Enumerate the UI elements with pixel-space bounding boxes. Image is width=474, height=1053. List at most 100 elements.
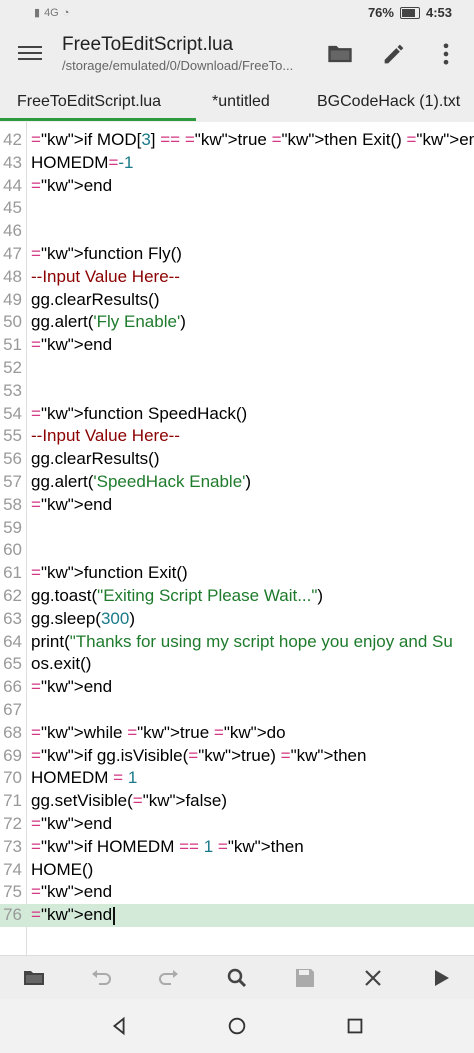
status-right: 76% 4:53 bbox=[368, 5, 452, 20]
recents-icon[interactable] bbox=[344, 1015, 366, 1037]
line-number: 52 bbox=[3, 358, 22, 377]
line-number: 49 bbox=[3, 289, 22, 309]
code-line[interactable]: 54 ="kw">function SpeedHack() bbox=[0, 403, 474, 426]
code-line[interactable]: 68 ="kw">while ="kw">true ="kw">do bbox=[0, 722, 474, 745]
line-number: 44 bbox=[3, 175, 22, 195]
code-line[interactable]: 53 bbox=[0, 380, 474, 403]
home-icon[interactable] bbox=[226, 1015, 248, 1037]
line-number: 47 bbox=[3, 244, 22, 263]
folder-icon[interactable] bbox=[326, 40, 354, 68]
tab-freetoeditscript[interactable]: FreeToEditScript.lua bbox=[17, 82, 161, 122]
code-editor[interactable]: 42 ="kw">if MOD[3] == ="kw">true ="kw">th… bbox=[0, 122, 474, 955]
tab-bar: FreeToEditScript.lua *untitled BGCodeHac… bbox=[0, 82, 474, 122]
code-line[interactable]: 70 HOMEDM = 1 bbox=[0, 767, 474, 790]
code-line[interactable]: 58 ="kw">end bbox=[0, 494, 474, 517]
line-number: 57 bbox=[3, 472, 22, 491]
line-number: 70 bbox=[3, 768, 22, 788]
line-number: 55 bbox=[3, 426, 22, 446]
edit-icon[interactable] bbox=[380, 40, 408, 68]
code-text: ="kw">end bbox=[31, 904, 115, 927]
line-number: 62 bbox=[3, 586, 22, 605]
line-number: 76 bbox=[3, 905, 22, 925]
code-text: print("Thanks for using my script hope y… bbox=[31, 631, 453, 651]
line-number: 65 bbox=[3, 654, 22, 674]
code-line[interactable]: 42 ="kw">if MOD[3] == ="kw">true ="kw">th… bbox=[0, 129, 474, 152]
code-line[interactable]: 71 gg.setVisible(="kw">false) bbox=[0, 790, 474, 813]
code-line[interactable]: 67 bbox=[0, 699, 474, 722]
tab-untitled[interactable]: *untitled bbox=[212, 82, 270, 122]
redo-icon[interactable] bbox=[157, 966, 181, 990]
line-number: 68 bbox=[3, 722, 22, 742]
tab-bgcodehack[interactable]: BGCodeHack (1).txt bbox=[317, 82, 460, 122]
save-icon[interactable] bbox=[293, 966, 317, 990]
line-number: 63 bbox=[3, 608, 22, 628]
close-icon[interactable] bbox=[361, 966, 385, 990]
code-line[interactable]: 63 gg.sleep(300) bbox=[0, 608, 474, 631]
line-number: 42 bbox=[3, 130, 22, 149]
run-icon[interactable] bbox=[429, 966, 453, 990]
code-text: ="kw">if MOD[3] == ="kw">true ="kw">then… bbox=[31, 130, 474, 149]
bottom-toolbar bbox=[0, 955, 474, 1000]
code-line[interactable]: 65 os.exit() bbox=[0, 653, 474, 676]
back-icon[interactable] bbox=[108, 1015, 130, 1037]
line-number: 43 bbox=[3, 152, 22, 172]
more-vert-icon[interactable] bbox=[432, 40, 460, 68]
code-text: ="kw">end bbox=[31, 677, 113, 697]
search-icon[interactable] bbox=[225, 966, 249, 990]
system-nav-bar bbox=[0, 999, 474, 1053]
line-number: 56 bbox=[3, 449, 22, 469]
folder-icon[interactable] bbox=[22, 966, 46, 990]
code-line[interactable]: 45 bbox=[0, 197, 474, 220]
code-line[interactable]: 52 bbox=[0, 357, 474, 380]
code-text: gg.alert('Fly Enable') bbox=[31, 312, 186, 332]
code-text: --Input Value Here-- bbox=[31, 266, 180, 286]
code-text: HOMEDM = 1 bbox=[31, 768, 138, 788]
battery-percent: 76% bbox=[367, 5, 394, 20]
line-number: 75 bbox=[3, 882, 22, 902]
code-text: HOMEDM=-1 bbox=[31, 152, 134, 172]
line-number: 46 bbox=[3, 221, 22, 241]
code-line[interactable]: 76 ="kw">end bbox=[0, 904, 474, 927]
code-text: HOME() bbox=[31, 859, 94, 879]
code-text: ="kw">end bbox=[31, 175, 113, 195]
code-line[interactable]: 47 ="kw">function Fly() bbox=[0, 243, 474, 266]
code-line[interactable]: 51 ="kw">end bbox=[0, 334, 474, 357]
file-title: FreeToEditScript.lua bbox=[62, 34, 234, 55]
code-line[interactable]: 43 HOMEDM=-1 bbox=[0, 152, 474, 175]
line-number: 61 bbox=[3, 563, 22, 583]
line-number: 67 bbox=[3, 700, 22, 719]
code-line[interactable]: 44 ="kw">end bbox=[0, 175, 474, 198]
battery-icon bbox=[399, 6, 420, 19]
code-text: gg.clearResults() bbox=[31, 289, 160, 309]
code-line[interactable]: 74 HOME() bbox=[0, 859, 474, 882]
code-line[interactable]: 57 gg.alert('SpeedHack Enable') bbox=[0, 471, 474, 494]
code-text: ="kw">end bbox=[31, 882, 113, 902]
code-line[interactable]: 62 gg.toast("Exiting Script Please Wait..… bbox=[0, 585, 474, 608]
code-line[interactable]: 59 bbox=[0, 517, 474, 540]
code-line[interactable]: 56 gg.clearResults() bbox=[0, 448, 474, 471]
code-text: gg.sleep(300) bbox=[31, 608, 135, 628]
line-number: 64 bbox=[3, 631, 22, 651]
code-line[interactable]: 72 ="kw">end bbox=[0, 813, 474, 836]
code-line[interactable]: 60 bbox=[0, 539, 474, 562]
clock: 4:53 bbox=[425, 5, 452, 20]
code-line[interactable]: 61 ="kw">function Exit() bbox=[0, 562, 474, 585]
code-line[interactable]: 73 ="kw">if HOMEDM == 1 ="kw">then bbox=[0, 836, 474, 859]
undo-icon[interactable] bbox=[89, 966, 113, 990]
code-text: ="kw">while ="kw">true ="kw">do bbox=[31, 722, 286, 742]
code-text: gg.setVisible(="kw">false) bbox=[31, 791, 228, 811]
code-line[interactable]: 49 gg.clearResults() bbox=[0, 289, 474, 312]
code-line[interactable]: 50 gg.alert('Fly Enable') bbox=[0, 311, 474, 334]
code-line[interactable]: 55 --Input Value Here-- bbox=[0, 425, 474, 448]
code-line[interactable]: 46 bbox=[0, 220, 474, 243]
code-text: gg.alert('SpeedHack Enable') bbox=[31, 472, 252, 491]
code-line[interactable]: 48 --Input Value Here-- bbox=[0, 266, 474, 289]
code-line[interactable]: 66 ="kw">end bbox=[0, 676, 474, 699]
menu-icon[interactable] bbox=[18, 42, 42, 66]
line-number: 71 bbox=[3, 791, 22, 811]
code-line[interactable]: 64 print("Thanks for using my script hope… bbox=[0, 631, 474, 654]
code-line[interactable]: 69 ="kw">if gg.isVisible(="kw">true) ="kw… bbox=[0, 745, 474, 768]
status-bar: ▮ 4G ◔ 76% 4:53 bbox=[0, 0, 474, 26]
code-line[interactable]: 75 ="kw">end bbox=[0, 881, 474, 904]
tab-label: *untitled bbox=[212, 93, 270, 110]
